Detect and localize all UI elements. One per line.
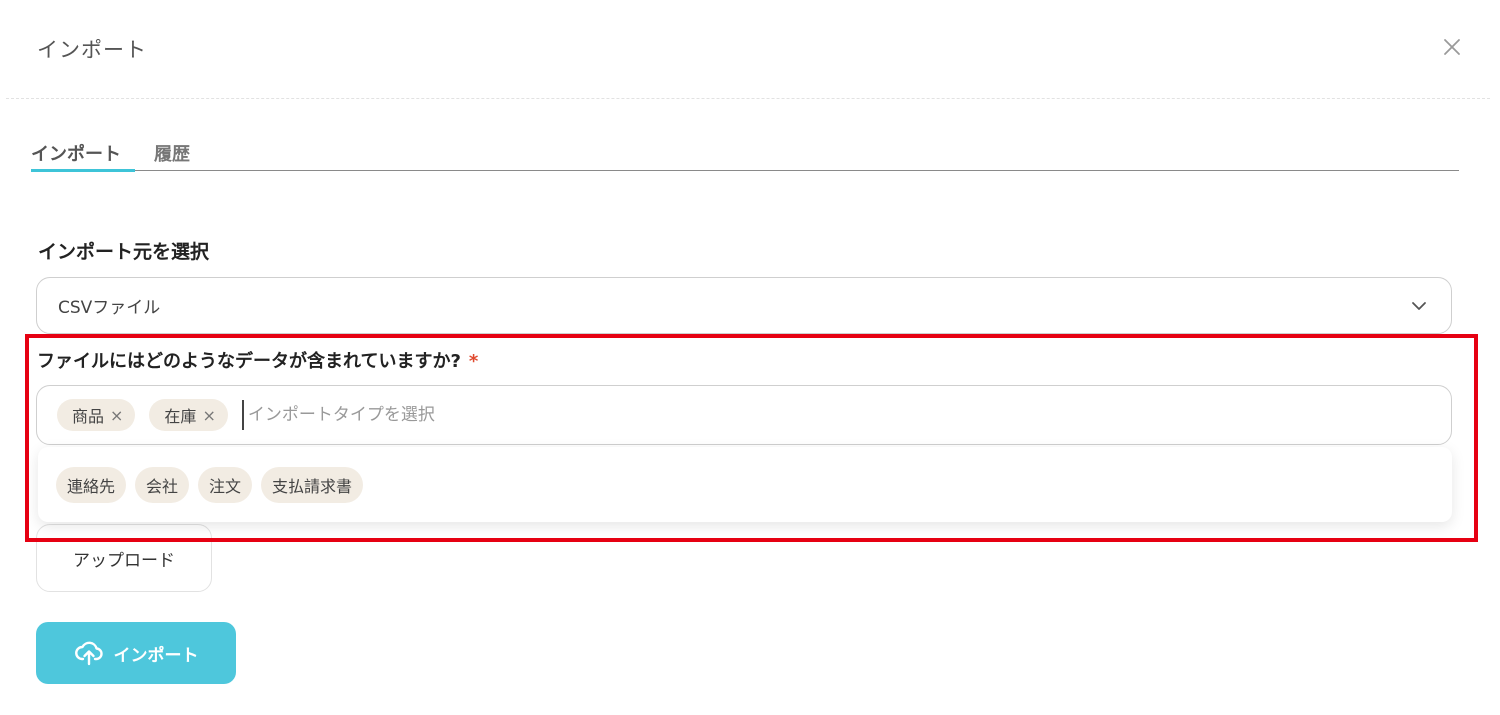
option-contacts[interactable]: 連絡先 (56, 466, 127, 503)
selected-chip-inventory: 在庫 × (149, 399, 228, 431)
option-company[interactable]: 会社 (135, 466, 190, 503)
modal-title: インポート (37, 38, 147, 62)
option-orders[interactable]: 注文 (198, 466, 253, 503)
chevron-down-icon (1412, 302, 1426, 310)
data-type-multiselect[interactable]: 商品 × 在庫 × (36, 385, 1452, 445)
option-invoices[interactable]: 支払請求書 (261, 466, 364, 503)
remove-chip-icon[interactable]: × (110, 406, 123, 425)
cloud-upload-icon (74, 638, 104, 668)
selected-chip-product: 商品 × (57, 399, 136, 431)
source-label: インポート元を選択 (38, 241, 210, 263)
source-select-value: CSVファイル (58, 298, 161, 318)
import-button[interactable]: インポート (36, 622, 236, 684)
chip-label: 商品 (72, 407, 105, 426)
upload-button[interactable]: アップロード (36, 524, 212, 592)
import-type-dropdown: 連絡先 会社 注文 支払請求書 (38, 447, 1452, 522)
chip-label: 在庫 (164, 407, 197, 426)
data-type-question: ファイルにはどのようなデータが含まれていますか? * (37, 347, 478, 373)
required-mark: * (468, 351, 479, 372)
tab-bar: インポート 履歴 (31, 140, 1459, 172)
tab-import[interactable]: インポート (31, 140, 135, 172)
source-select[interactable]: CSVファイル (36, 277, 1452, 334)
close-icon-glyph (1444, 39, 1460, 55)
import-modal: インポート インポート 履歴 インポート元を選択 CSVファイル ファイルにはど… (0, 0, 1500, 715)
data-type-question-text: ファイルにはどのようなデータが含まれていますか? (37, 351, 461, 372)
import-button-label: インポート (113, 645, 199, 665)
tab-history[interactable]: 履歴 (154, 140, 190, 171)
import-type-search-input[interactable] (241, 400, 842, 430)
header-divider (6, 98, 1490, 99)
close-icon[interactable] (1437, 32, 1467, 62)
remove-chip-icon[interactable]: × (202, 406, 215, 425)
